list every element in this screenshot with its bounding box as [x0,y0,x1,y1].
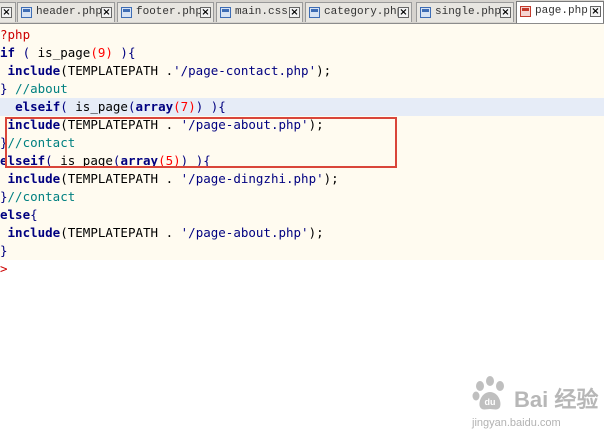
keyword: include [7,63,61,78]
code-token: (TEMPLATEPATH . [60,117,181,132]
function-name: is_page [37,45,91,60]
code-token: ); [323,171,339,186]
code-token: (TEMPLATEPATH . [60,225,181,240]
code-token: ) ){ [180,153,211,168]
tab-label: page.php [535,5,588,17]
tab-single-php[interactable]: single.php × [416,2,514,22]
tab-label: main.css [235,6,288,18]
file-icon [21,7,32,18]
tab-label: footer.php [136,6,203,18]
code-token: ) ){ [195,99,226,114]
paw-icon: du [472,376,504,410]
code-token: (TEMPLATEPATH . [60,63,174,78]
close-icon[interactable]: × [500,7,511,18]
code-token: } [0,135,8,150]
code-token: ); [308,117,324,132]
svg-text:du: du [485,397,496,407]
baidu-watermark: du Bai 经验 jingyan.baidu.com [470,372,600,434]
code-line: }//contact [0,134,604,152]
tab-partial[interactable]: × [0,2,16,22]
close-icon[interactable]: × [289,7,300,18]
code-token: (TEMPLATEPATH . [60,171,181,186]
code-token: } [0,189,8,204]
code-line: if ( is_page(9) ){ [0,44,604,62]
string-literal: '/page-about.php' [180,117,309,132]
tab-label: single.php [435,6,502,18]
function-name: is_page [60,153,113,168]
tab-footer-php[interactable]: footer.php × [117,2,214,22]
keyword: elseif [0,153,46,168]
keyword: include [7,171,61,186]
string-literal: '/page-contact.php' [173,63,317,78]
file-icon [309,7,320,18]
tab-header-php[interactable]: header.php × [17,2,115,22]
keyword: elseif [15,99,61,114]
php-close-tag: > [0,261,8,276]
code-token: ( [60,99,76,114]
code-token: ){ [112,45,136,60]
tab-category-php[interactable]: category.php × [305,2,412,22]
file-icon [121,7,132,18]
code-line: include(TEMPLATEPATH .'/page-contact.php… [0,62,604,80]
code-token: ); [308,225,324,240]
code-line: ?php [0,26,604,44]
code-editor[interactable]: ?php if ( is_page(9) ){ include(TEMPLATE… [0,24,604,278]
code-token: } [0,81,16,96]
code-line: else{ [0,206,604,224]
file-icon [220,7,231,18]
tab-bar: × header.php × footer.php × main.css × c… [0,0,604,24]
string-literal: '/page-about.php' [180,225,309,240]
code-line: include(TEMPLATEPATH . '/page-about.php'… [0,224,604,242]
watermark-url: jingyan.baidu.com [472,417,561,429]
tab-label: header.php [36,6,103,18]
code-line: elseif( is_page(array(5)) ){ [0,152,604,170]
code-token: ); [316,63,332,78]
code-line: } [0,242,604,260]
watermark-brand: Bai 经验 [514,387,599,412]
code-token: ( [127,99,136,114]
close-icon[interactable]: × [1,7,12,18]
code-line: > [0,260,604,278]
close-icon[interactable]: × [590,6,601,17]
tab-label: category.php [324,6,404,18]
comment: //about [15,81,68,96]
number-literal: (9) [90,45,113,60]
code-line: include(TEMPLATEPATH . '/page-dingzhi.ph… [0,170,604,188]
keyword: else [0,207,31,222]
code-line: } //about [0,80,604,98]
keyword: if [0,45,16,60]
close-icon[interactable]: × [398,7,409,18]
file-icon [520,6,531,17]
php-open-tag: ?php [0,27,31,42]
tab-page-php[interactable]: page.php × [516,1,604,23]
code-token: { [30,207,38,222]
string-literal: '/page-dingzhi.php' [180,171,324,186]
code-line: include(TEMPLATEPATH . '/page-about.php'… [0,116,604,134]
function-name: is_page [75,99,128,114]
code-line-current: elseif( is_page(array(7)) ){ [0,98,604,116]
code-token: ( [45,153,61,168]
tab-main-css[interactable]: main.css × [216,2,303,22]
file-icon [420,7,431,18]
comment: //contact [7,189,76,204]
code-token: } [0,243,8,258]
close-icon[interactable]: × [101,7,112,18]
number-literal: (7) [173,99,196,114]
number-literal: (5) [158,153,181,168]
code-token: ( [15,45,38,60]
keyword: array [135,99,174,114]
close-icon[interactable]: × [200,7,211,18]
keyword: array [120,153,159,168]
keyword: include [7,117,61,132]
comment: //contact [7,135,76,150]
keyword: include [7,225,61,240]
code-line: }//contact [0,188,604,206]
